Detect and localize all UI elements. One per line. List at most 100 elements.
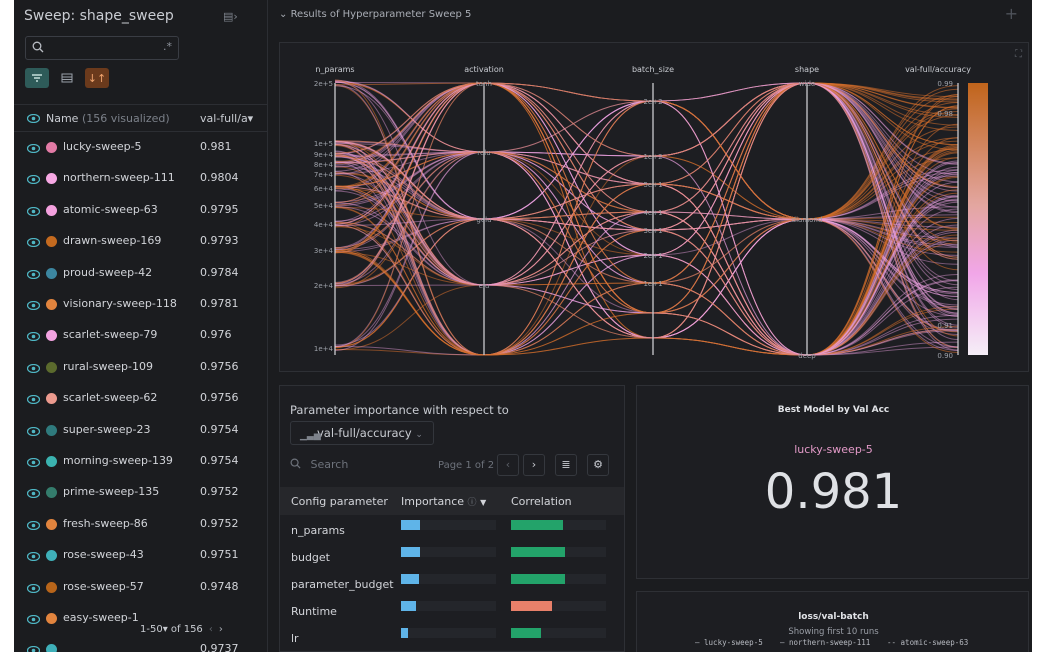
run-name[interactable]: northern-sweep-111 (63, 171, 175, 184)
run-color-dot[interactable] (46, 299, 57, 310)
importance-search-input[interactable]: Search (290, 458, 348, 471)
run-row[interactable]: scarlet-sweep-62 0.9756 (14, 384, 267, 415)
eye-icon[interactable] (27, 615, 40, 624)
eye-icon[interactable] (27, 458, 40, 467)
run-row[interactable]: scarlet-sweep-79 0.976 (14, 321, 267, 352)
run-name[interactable]: prime-sweep-135 (63, 485, 159, 498)
run-name[interactable]: proud-sweep-42 (63, 266, 152, 279)
columns-button[interactable]: ≣ (555, 454, 577, 476)
axis-label[interactable]: shape (795, 65, 819, 74)
collapse-sidebar-icon[interactable]: ▤› (223, 10, 241, 23)
run-name[interactable]: rose-sweep-43 (63, 548, 144, 561)
importance-bar (401, 601, 417, 611)
importance-header-label: Importance (401, 495, 465, 508)
run-name[interactable]: scarlet-sweep-79 (63, 328, 157, 341)
run-lines[interactable] (334, 79, 959, 356)
add-panel-icon[interactable]: + (1005, 4, 1018, 23)
regex-icon[interactable]: .* (163, 40, 172, 53)
eye-icon[interactable] (27, 175, 40, 185)
group-button[interactable] (55, 68, 79, 88)
run-row[interactable]: rural-sweep-109 0.9756 (14, 353, 267, 384)
eye-icon[interactable] (27, 489, 40, 499)
axis-label[interactable]: activation (464, 65, 504, 74)
run-name[interactable]: rose-sweep-57 (63, 580, 144, 593)
next-page-button[interactable]: › (523, 454, 545, 476)
eye-icon[interactable] (27, 206, 40, 216)
run-row[interactable]: drawn-sweep-169 0.9793 (14, 227, 267, 258)
prev-page-button[interactable]: ‹ (497, 454, 519, 476)
run-color-dot[interactable] (46, 644, 57, 652)
parallel-coordinates-chart[interactable]: n_params 2e+5 1e+5 9e+4 8e+4 7e+4 6e+4 5e+4 4e+4… (280, 43, 1030, 373)
importance-row: lr (280, 624, 624, 651)
eye-icon[interactable] (27, 520, 40, 530)
axis-label[interactable]: n_params (315, 65, 354, 74)
eye-icon[interactable] (27, 363, 40, 373)
run-name[interactable]: rural-sweep-109 (63, 360, 153, 373)
run-name[interactable]: morning-sweep-139 (63, 454, 173, 467)
run-row[interactable]: northern-sweep-111 0.9804 (14, 164, 267, 195)
eye-icon[interactable] (27, 395, 40, 405)
eye-icon[interactable] (27, 269, 40, 279)
eye-icon[interactable] (27, 646, 40, 652)
metric-select[interactable]: ▁▃▅ val-full/accuracy ⌄ (290, 421, 434, 445)
metric-column-header[interactable]: val-full/a▾ (200, 112, 253, 125)
page-size-select[interactable]: 1-50▾ of 156 (140, 624, 203, 635)
importance-header[interactable]: Importance ⓘ ▼ (401, 495, 486, 508)
run-row[interactable]: lucky-sweep-5 0.981 (14, 133, 267, 164)
filter-button[interactable] (25, 68, 49, 88)
run-row[interactable]: morning-sweep-139 0.9754 (14, 447, 267, 478)
run-row[interactable]: prime-sweep-135 0.9752 (14, 478, 267, 509)
run-color-dot[interactable] (46, 550, 57, 562)
run-name[interactable]: drawn-sweep-169 (63, 234, 161, 247)
run-color-dot[interactable] (46, 142, 57, 153)
legend-label: atomic-sweep-63 (900, 638, 969, 647)
best-run-name[interactable]: lucky-sweep-5 (637, 443, 1030, 456)
run-row[interactable]: atomic-sweep-63 0.9795 (14, 196, 267, 227)
eye-icon[interactable] (27, 238, 40, 248)
run-color-dot[interactable] (46, 236, 57, 248)
run-row[interactable]: proud-sweep-42 0.9784 (14, 259, 267, 290)
run-name[interactable]: atomic-sweep-63 (63, 203, 158, 216)
run-color-dot[interactable] (46, 330, 57, 342)
run-row[interactable]: visionary-sweep-118 0.9781 (14, 290, 267, 321)
loss-chart-panel: loss/val-batch Showing first 10 runs — l… (636, 591, 1029, 652)
axis-label[interactable]: val-full/accuracy (905, 65, 971, 74)
run-row[interactable]: rose-sweep-57 0.9748 (14, 573, 267, 604)
eye-icon[interactable] (27, 144, 40, 153)
run-name[interactable]: easy-sweep-1 (63, 611, 139, 624)
eye-icon[interactable] (27, 114, 40, 123)
run-name[interactable]: fresh-sweep-86 (63, 517, 148, 530)
run-name[interactable]: scarlet-sweep-62 (63, 391, 157, 404)
run-color-dot[interactable] (46, 487, 57, 499)
settings-button[interactable]: ⚙ (587, 454, 609, 476)
runs-search-input[interactable]: .* (25, 36, 179, 60)
eye-icon[interactable] (27, 426, 40, 436)
run-color-dot[interactable] (46, 361, 57, 373)
run-row[interactable]: super-sweep-23 0.9754 (14, 416, 267, 447)
run-color-dot[interactable] (46, 204, 57, 216)
run-name[interactable]: super-sweep-23 (63, 423, 150, 436)
run-color-dot[interactable] (46, 267, 57, 279)
run-row[interactable]: 0.9737 (14, 635, 267, 652)
run-name[interactable]: visionary-sweep-118 (63, 297, 177, 310)
run-row[interactable]: fresh-sweep-86 0.9752 (14, 510, 267, 541)
sort-button[interactable]: ↓↑ (85, 68, 109, 88)
run-color-dot[interactable] (46, 456, 57, 467)
run-color-dot[interactable] (46, 518, 57, 530)
run-name[interactable]: lucky-sweep-5 (63, 140, 142, 153)
run-color-dot[interactable] (46, 173, 57, 185)
eye-icon[interactable] (27, 552, 40, 562)
run-row[interactable]: rose-sweep-43 0.9751 (14, 541, 267, 572)
axis-label[interactable]: batch_size (632, 65, 674, 74)
eye-icon[interactable] (27, 332, 40, 342)
run-color-dot[interactable] (46, 613, 57, 624)
eye-icon[interactable] (27, 301, 40, 310)
run-color-dot[interactable] (46, 581, 57, 593)
eye-icon[interactable] (27, 583, 40, 593)
run-color-dot[interactable] (46, 424, 57, 436)
next-page-icon[interactable]: › (219, 624, 223, 635)
section-title[interactable]: ⌄ Results of Hyperparameter Sweep 5 (279, 9, 471, 20)
prev-page-icon[interactable]: ‹ (209, 624, 213, 635)
name-column-header[interactable]: Name (156 visualized) (46, 112, 170, 125)
run-color-dot[interactable] (46, 393, 57, 405)
